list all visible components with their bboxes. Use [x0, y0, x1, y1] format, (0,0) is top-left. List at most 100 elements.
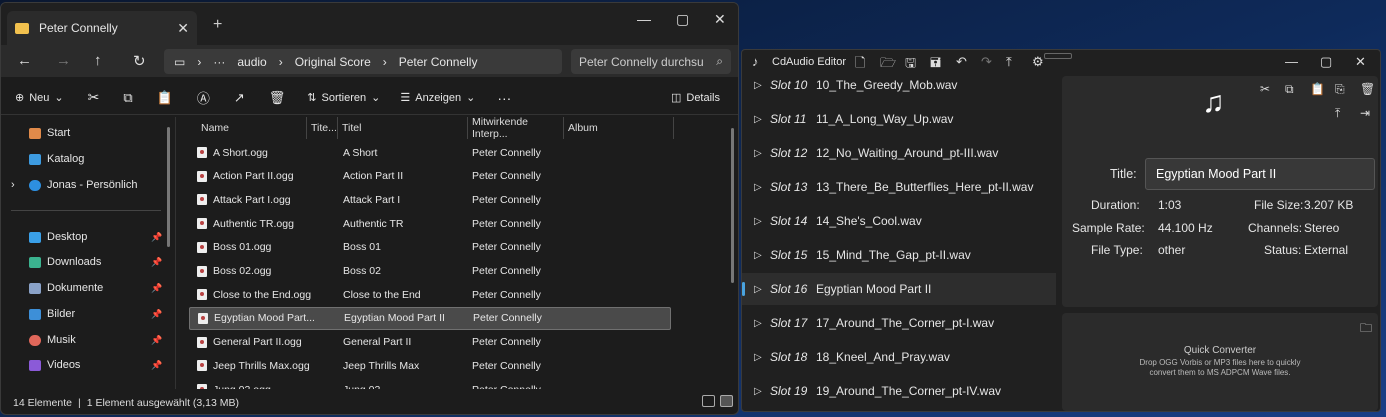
drag-handle[interactable] — [1044, 53, 1072, 59]
slot-item[interactable]: ▷ Slot 18 18_Kneel_And_Pray.wav — [742, 341, 1056, 373]
slot-item[interactable]: ▷ Slot 16 Egyptian Mood Part II — [742, 273, 1056, 305]
sidebar-item-start[interactable]: Start — [29, 127, 70, 139]
file-row[interactable]: Jung 02.ogg Jung 02 Peter Connelly — [189, 378, 671, 389]
details-view-toggle[interactable] — [702, 395, 715, 407]
minimize-button[interactable]: — — [1285, 54, 1298, 69]
sidebar-scrollbar[interactable] — [167, 127, 170, 247]
file-row[interactable]: Attack Part I.ogg Attack Part I Peter Conn… — [189, 188, 671, 211]
sidebar-item-videos[interactable]: Videos — [29, 359, 80, 371]
breadcrumb-original-score[interactable]: Original Score — [295, 55, 371, 69]
column-header-album[interactable]: Album — [564, 117, 674, 139]
pin-icon[interactable]: 📌 — [151, 335, 162, 346]
file-row[interactable]: Action Part II.ogg Action Part II Peter Co… — [189, 165, 671, 188]
up-button[interactable]: ↑ — [94, 52, 102, 69]
open-folder-icon[interactable]: 🗀 — [1360, 319, 1372, 340]
maximize-button[interactable]: ▢ — [1320, 54, 1332, 70]
settings-gear-icon[interactable]: ⚙ — [1032, 54, 1044, 70]
breadcrumb-peter-connelly[interactable]: Peter Connelly — [399, 55, 478, 69]
sidebar-item-musik[interactable]: Musik — [29, 334, 76, 346]
more-options-icon[interactable]: ··· — [497, 90, 511, 106]
pin-icon[interactable]: 📌 — [151, 283, 162, 294]
column-header-artist[interactable]: Mitwirkende Interp... — [468, 117, 564, 140]
move-right-icon[interactable]: ⇥ — [1360, 106, 1370, 120]
cut-icon[interactable]: ✂ — [1260, 82, 1270, 96]
title-input[interactable]: Egyptian Mood Part II — [1145, 158, 1375, 190]
quick-converter-dropzone[interactable]: 🗀 Quick Converter Drop OGG Vorbis or MP3… — [1062, 313, 1378, 411]
sidebar-item-dokumente[interactable]: Dokumente — [29, 282, 103, 294]
search-input[interactable]: Peter Connelly durchsu ⌕ — [571, 49, 731, 74]
sidebar-item-downloads[interactable]: Downloads — [29, 256, 101, 268]
pin-icon[interactable]: 📌 — [151, 232, 162, 243]
export-icon[interactable]: ⤒ — [1006, 54, 1012, 70]
upload-icon[interactable]: ⤒ — [1335, 106, 1340, 121]
paste-icon[interactable]: 📋 — [1310, 82, 1325, 96]
slot-item[interactable]: ▷ Slot 17 17_Around_The_Corner_pt-I.wav — [742, 307, 1056, 339]
back-button[interactable]: ← — [17, 52, 32, 69]
ellipsis-icon[interactable]: ··· — [213, 55, 225, 69]
tiles-view-toggle[interactable] — [720, 395, 733, 407]
slot-item[interactable]: ▷ Slot 10 10_The_Greedy_Mob.wav — [742, 69, 1056, 101]
close-window-button[interactable]: ✕ — [1355, 54, 1366, 70]
minimize-button[interactable]: — — [637, 11, 651, 27]
copy-icon[interactable]: ⧉ — [1285, 82, 1294, 97]
sidebar-item-bilder[interactable]: Bilder — [29, 308, 75, 320]
pin-icon[interactable]: 📌 — [151, 309, 162, 320]
slot-item[interactable]: ▷ Slot 14 14_She's_Cool.wav — [742, 205, 1056, 237]
file-list-scrollbar[interactable] — [731, 128, 734, 283]
close-window-button[interactable]: ✕ — [714, 11, 726, 28]
slot-item[interactable]: ▷ Slot 15 15_Mind_The_Gap_pt-II.wav — [742, 239, 1056, 271]
view-button[interactable]: ☰ Anzeigen ⌄ — [400, 91, 475, 105]
new-tab-button[interactable]: + — [213, 16, 222, 34]
file-row[interactable]: Jeep Thrills Max.ogg Jeep Thrills Max Pete… — [189, 354, 671, 377]
slot-item[interactable]: ▷ Slot 13 13_There_Be_Butterflies_Here_pt-… — [742, 171, 1056, 203]
file-row[interactable]: Authentic TR.ogg Authentic TR Peter Connel… — [189, 212, 671, 235]
play-icon[interactable]: ▷ — [754, 250, 764, 261]
copy-icon[interactable]: ⧉ — [123, 90, 132, 106]
new-button[interactable]: ⊕ Neu ⌄ — [15, 91, 64, 105]
play-icon[interactable]: ▷ — [754, 114, 764, 125]
cut-icon[interactable]: ✂ — [88, 89, 100, 106]
file-row[interactable]: Egyptian Mood Part... Egyptian Mood Part … — [189, 306, 671, 330]
file-row[interactable]: General Part II.ogg General Part II Peter … — [189, 331, 671, 354]
paste-icon[interactable]: 📋 — [157, 90, 173, 106]
play-icon[interactable]: ▷ — [754, 216, 764, 227]
details-button[interactable]: ◫ Details — [671, 91, 720, 105]
slot-item[interactable]: ▷ Slot 12 12_No_Waiting_Around_pt-III.wav — [742, 137, 1056, 169]
file-row[interactable]: Boss 02.ogg Boss 02 Peter Connelly — [189, 260, 671, 283]
sidebar-item-katalog[interactable]: Katalog — [29, 153, 84, 165]
file-row[interactable]: Boss 01.ogg Boss 01 Peter Connelly — [189, 236, 671, 259]
share-icon[interactable]: ↗ — [234, 90, 245, 106]
file-row[interactable]: Close to the End.ogg Close to the End Pete… — [189, 283, 671, 306]
delete-icon[interactable]: 🗑 — [269, 90, 286, 106]
close-tab-icon[interactable]: ✕ — [177, 20, 189, 37]
slot-item[interactable]: ▷ Slot 19 19_Around_The_Corner_pt-IV.wav — [742, 375, 1056, 407]
sidebar-item-onedrive[interactable]: Jonas - Persönlich — [29, 179, 138, 191]
refresh-button[interactable]: ↻ — [133, 52, 146, 70]
slot-item[interactable]: ▷ Slot 11 11_A_Long_Way_Up.wav — [742, 103, 1056, 135]
tab-peter-connelly[interactable]: Peter Connelly ✕ — [7, 11, 197, 45]
pin-icon[interactable]: 📌 — [151, 360, 162, 371]
breadcrumb[interactable]: ▭ › ··· audio › Original Score › Peter C… — [164, 49, 562, 74]
sidebar-item-desktop[interactable]: Desktop — [29, 231, 87, 243]
play-icon[interactable]: ▷ — [754, 80, 764, 91]
delete-icon[interactable]: 🗑 — [1360, 82, 1375, 96]
undo-icon[interactable]: ↶ — [956, 54, 967, 70]
maximize-button[interactable]: ▢ — [676, 11, 689, 28]
column-header-name[interactable]: Name — [197, 117, 307, 139]
replace-icon[interactable]: ⎘ — [1335, 82, 1345, 97]
expand-chevron-icon[interactable]: › — [11, 179, 15, 191]
play-icon[interactable]: ▷ — [754, 352, 764, 363]
redo-icon[interactable]: ↷ — [981, 54, 992, 70]
sort-button[interactable]: ⇅ Sortieren ⌄ — [307, 91, 380, 105]
play-icon[interactable]: ▷ — [754, 318, 764, 329]
file-row[interactable]: A Short.ogg A Short Peter Connelly — [189, 141, 671, 164]
column-header-title[interactable]: Titel — [338, 117, 468, 139]
rename-icon[interactable]: Ⓐ — [197, 88, 210, 107]
play-icon[interactable]: ▷ — [754, 148, 764, 159]
play-icon[interactable]: ▷ — [754, 182, 764, 193]
forward-button[interactable]: → — [56, 52, 71, 69]
column-header-track[interactable]: Tite... — [307, 117, 338, 139]
breadcrumb-audio[interactable]: audio — [237, 55, 266, 69]
play-icon[interactable]: ▷ — [754, 284, 764, 295]
play-icon[interactable]: ▷ — [754, 386, 764, 397]
